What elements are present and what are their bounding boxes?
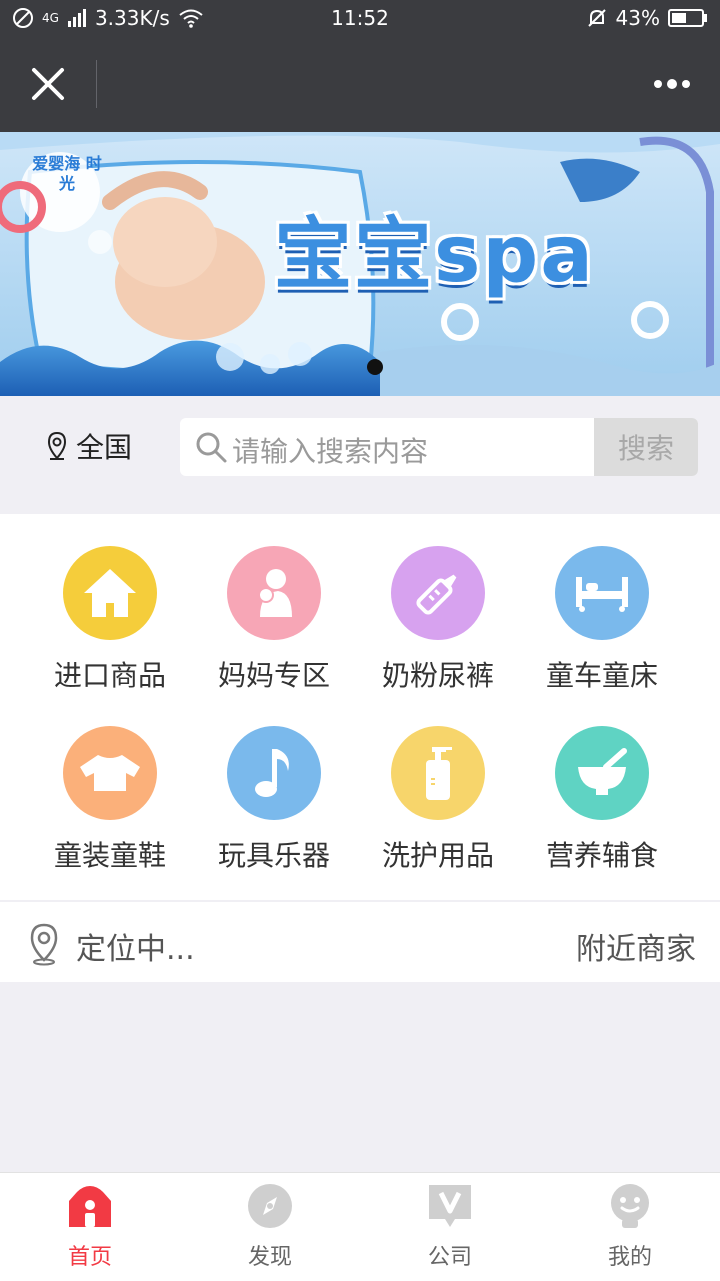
bottom-tab-bar: 首页 发现 公司 我的 [0, 1172, 720, 1281]
category-stroller-crib[interactable]: 童车童床 [520, 546, 684, 694]
nearby-merchants-link[interactable]: 附近商家 [576, 924, 696, 968]
search-button[interactable]: 搜索 [594, 418, 698, 476]
home-icon [69, 1186, 111, 1227]
music-note-icon [227, 726, 321, 820]
category-toys-instruments[interactable]: 玩具乐器 [192, 726, 356, 874]
clothes-icon [63, 726, 157, 820]
carousel-dot[interactable] [367, 359, 383, 375]
title-bar [0, 36, 720, 132]
category-label: 奶粉尿裤 [381, 659, 494, 692]
smiley-profile-icon [611, 1184, 649, 1228]
tab-profile[interactable]: 我的 [540, 1183, 720, 1271]
category-grid: 进口商品 妈妈专区 奶粉尿裤 童车童床 童装童鞋 玩具乐器 洗护用品 营养辅食 [0, 514, 720, 900]
tab-discover[interactable]: 发现 [180, 1183, 360, 1271]
category-formula-diapers[interactable]: 奶粉尿裤 [356, 546, 520, 694]
category-mom-zone[interactable]: 妈妈专区 [192, 546, 356, 694]
nearby-row: 定位中... 附近商家 [0, 902, 720, 982]
location-pin-icon [47, 431, 67, 460]
search-row: 全国 请输入搜索内容 搜索 [0, 396, 720, 496]
mother-baby-icon [227, 546, 321, 640]
tab-label: 我的 [607, 1245, 652, 1270]
locating-status: 定位中... [76, 932, 195, 967]
baby-bottle-icon [391, 546, 485, 640]
company-v-icon [429, 1185, 471, 1227]
crib-icon [555, 546, 649, 640]
lotion-bottle-icon [391, 726, 485, 820]
battery-icon [668, 9, 707, 27]
category-label: 玩具乐器 [217, 839, 330, 872]
category-label: 童装童鞋 [53, 839, 166, 872]
banner-headline: 宝宝spa [274, 210, 595, 300]
battery-percent: 43% [615, 6, 660, 30]
close-button[interactable] [20, 56, 76, 112]
category-nutrition[interactable]: 营养辅食 [520, 726, 684, 874]
mortar-icon [555, 726, 649, 820]
location-selector[interactable]: 全国 [46, 426, 132, 466]
category-label: 洗护用品 [381, 839, 494, 872]
title-divider [96, 60, 97, 108]
status-bar: 4G 3.33K/s 11:52 43% [0, 0, 720, 36]
tab-home[interactable]: 首页 [0, 1183, 180, 1271]
more-button[interactable] [644, 64, 700, 104]
category-label: 营养辅食 [545, 839, 658, 872]
category-imported-goods[interactable]: 进口商品 [28, 546, 192, 694]
category-label: 童车童床 [545, 659, 658, 692]
tab-label: 公司 [427, 1245, 472, 1270]
category-toiletries[interactable]: 洗护用品 [356, 726, 520, 874]
search-icon [196, 432, 227, 463]
mute-bell-icon [587, 9, 606, 27]
compass-icon [248, 1184, 292, 1228]
banner-logo: 爱婴海 时光 [32, 154, 102, 193]
more-dots-icon [654, 79, 690, 89]
search-input[interactable]: 请输入搜索内容 搜索 [180, 418, 698, 476]
location-pin-icon [30, 923, 58, 966]
search-placeholder: 请输入搜索内容 [232, 435, 429, 468]
close-icon [32, 68, 64, 100]
promo-banner[interactable]: 爱婴海 时光 宝宝spa [0, 132, 720, 396]
category-label: 妈妈专区 [217, 659, 330, 692]
category-kids-clothes[interactable]: 童装童鞋 [28, 726, 192, 874]
clock: 11:52 [331, 6, 389, 30]
location-label: 全国 [76, 431, 133, 464]
house-icon [63, 546, 157, 640]
tab-label: 首页 [67, 1245, 112, 1270]
tab-label: 发现 [247, 1245, 292, 1270]
tab-company[interactable]: 公司 [360, 1183, 540, 1271]
category-label: 进口商品 [53, 659, 166, 692]
